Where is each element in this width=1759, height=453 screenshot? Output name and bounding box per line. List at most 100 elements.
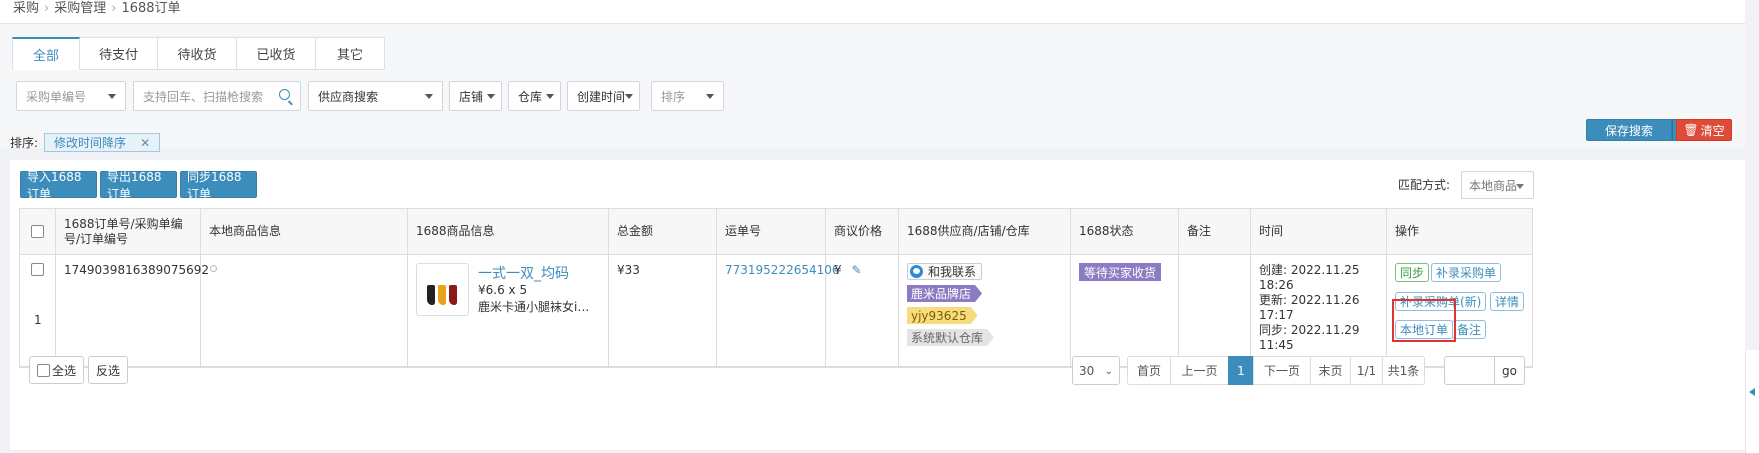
breadcrumb: 采购 › 采购管理 › 1688订单	[13, 0, 181, 16]
row-checkbox-cell: 1	[20, 255, 56, 366]
orders-table: 1688订单号/采购单编号/订单编号 本地商品信息 1688商品信息 总金额 运…	[19, 208, 1533, 368]
total-amount: ¥33	[617, 263, 640, 277]
created-time-label: 创建时间	[577, 89, 626, 104]
tab-other[interactable]: 其它	[316, 37, 385, 70]
clear-button-label: 清空	[1700, 123, 1725, 138]
page-size-select[interactable]: 30 ⌄	[1072, 356, 1120, 385]
row-checkbox[interactable]	[31, 263, 44, 276]
orders-panel: 导入1688订单 导出1688订单 同步1688订单 匹配方式: 本地商品 16…	[10, 160, 1745, 450]
trash-icon: 🗑	[1683, 123, 1699, 137]
wangwang-icon	[910, 265, 923, 278]
sidebar-toggle-icon[interactable]	[1745, 350, 1759, 453]
breadcrumb-separator: ›	[111, 1, 117, 16]
waybill-link[interactable]: 773195222654106	[725, 263, 840, 277]
remark-button[interactable]: 备注	[1452, 320, 1487, 339]
page-prev[interactable]: 上一页	[1170, 356, 1229, 385]
page-jump-input[interactable]	[1444, 356, 1495, 385]
shop-dropdown[interactable]: 店铺	[449, 81, 502, 111]
caret-down-icon	[546, 94, 554, 99]
caret-down-icon	[625, 94, 633, 99]
page-info: 1/1	[1350, 356, 1383, 385]
breadcrumb-item[interactable]: 采购管理	[54, 1, 106, 16]
order-no-select[interactable]: 采购单编号	[16, 81, 126, 111]
highlight-box	[1392, 299, 1456, 342]
sock-image	[427, 285, 435, 305]
time-list: 创建: 2022.11.25 18:26 更新: 2022.11.26 17:1…	[1259, 263, 1386, 353]
import-orders-button[interactable]: 导入1688订单	[20, 170, 97, 201]
supplier-select-label: 供应商搜索	[318, 89, 379, 104]
header-supplier: 1688供应商/店铺/仓库	[899, 209, 1071, 254]
close-icon[interactable]: ✕	[140, 136, 150, 150]
chevron-down-icon: ⌄	[1104, 366, 1113, 377]
header-checkbox-cell	[20, 209, 56, 254]
invert-selection-button[interactable]: 反选	[88, 356, 128, 384]
page-first[interactable]: 首页	[1127, 356, 1171, 385]
updated-time: 更新: 2022.11.26 17:17	[1259, 293, 1360, 322]
table-row: 1 1749039816389075692 一式一双_均码 ¥6.6 x 5 鹿…	[20, 255, 1532, 367]
page-current[interactable]: 1	[1228, 356, 1254, 385]
negotiate-price: ¥	[834, 263, 842, 277]
synced-time: 同步: 2022.11.29 11:45	[1259, 323, 1360, 352]
contact-button[interactable]: 和我联系	[907, 263, 983, 280]
sync-orders-button[interactable]: 同步1688订单	[180, 170, 257, 201]
export-orders-button[interactable]: 导出1688订单	[100, 170, 177, 201]
page-go-button[interactable]: go	[1494, 356, 1525, 385]
product-thumbnail[interactable]	[416, 263, 469, 316]
breadcrumb-separator: ›	[44, 1, 50, 16]
status-cell: 等待买家收货	[1071, 255, 1179, 366]
save-search-button[interactable]: 保存搜索	[1586, 119, 1672, 141]
created-time-dropdown[interactable]: 创建时间	[567, 81, 640, 111]
time-cell: 创建: 2022.11.25 18:26 更新: 2022.11.26 17:1…	[1251, 255, 1387, 366]
search-icon[interactable]	[279, 89, 290, 100]
action-buttons: 导入1688订单 导出1688订单 同步1688订单	[20, 170, 257, 201]
warehouse-tag: 系统默认仓库	[907, 329, 994, 346]
caret-down-icon	[1516, 184, 1524, 189]
match-select[interactable]: 本地商品	[1461, 171, 1534, 199]
radio-icon[interactable]	[210, 265, 217, 272]
supplier-cell: 和我联系 鹿米品牌店 yjy93625 系统默认仓库	[899, 255, 1071, 366]
product-title-link[interactable]: 一式一双_均码	[478, 263, 569, 283]
sort-select[interactable]: 排序	[651, 81, 724, 111]
header-1688-product: 1688商品信息	[408, 209, 609, 254]
select-all-label: 全选	[52, 363, 77, 378]
edit-icon[interactable]: ✎	[851, 263, 861, 277]
tab-pending-payment[interactable]: 待支付	[80, 37, 158, 70]
caret-down-icon	[108, 94, 116, 99]
warehouse-dropdown[interactable]: 仓库	[508, 81, 561, 111]
match-label: 匹配方式:	[1398, 178, 1451, 192]
breadcrumb-item[interactable]: 采购	[13, 1, 39, 16]
order-no-cell: 1749039816389075692	[56, 255, 209, 366]
add-purchase-button[interactable]: 补录采购单	[1431, 263, 1502, 282]
sort-chip-label: 修改时间降序	[54, 136, 127, 150]
search-input[interactable]: 支持回车、扫描枪搜索	[133, 81, 301, 111]
product-price-qty: ¥6.6 x 5	[478, 283, 528, 297]
header-status: 1688状态	[1071, 209, 1179, 254]
header-negotiate: 商议价格	[826, 209, 899, 254]
detail-button[interactable]: 详情	[1490, 292, 1525, 311]
sort-select-label: 排序	[661, 89, 686, 104]
supplier-select[interactable]: 供应商搜索	[308, 81, 443, 111]
tab-received[interactable]: 已收货	[237, 37, 316, 70]
sync-button[interactable]: 同步	[1395, 263, 1430, 282]
page-next[interactable]: 下一页	[1253, 356, 1311, 385]
total-count: 共1条	[1382, 356, 1425, 385]
header-local-product: 本地商品信息	[201, 209, 408, 254]
supplier-tag: yjy93625	[907, 307, 978, 324]
select-all-checkbox[interactable]	[31, 225, 44, 238]
waybill-cell: 773195222654106	[717, 255, 840, 366]
page-last[interactable]: 末页	[1310, 356, 1351, 385]
row-index: 1	[34, 313, 42, 327]
caret-down-icon	[706, 94, 714, 99]
tab-pending-receipt[interactable]: 待收货	[158, 37, 237, 70]
clear-button[interactable]: 🗑 清空	[1676, 119, 1732, 141]
header-time: 时间	[1251, 209, 1387, 254]
tab-all[interactable]: 全部	[12, 37, 80, 70]
caret-down-icon	[487, 94, 495, 99]
select-all-button[interactable]: 全选	[29, 356, 85, 384]
order-tabs: 全部 待支付 待收货 已收货 其它	[12, 37, 385, 70]
search-placeholder: 支持回车、扫描枪搜索	[143, 89, 264, 104]
sort-label: 排序:	[10, 136, 39, 150]
select-all-footer-checkbox[interactable]	[37, 363, 50, 377]
header-remark: 备注	[1179, 209, 1251, 254]
active-sort: 排序: 修改时间降序 ✕	[10, 133, 161, 152]
